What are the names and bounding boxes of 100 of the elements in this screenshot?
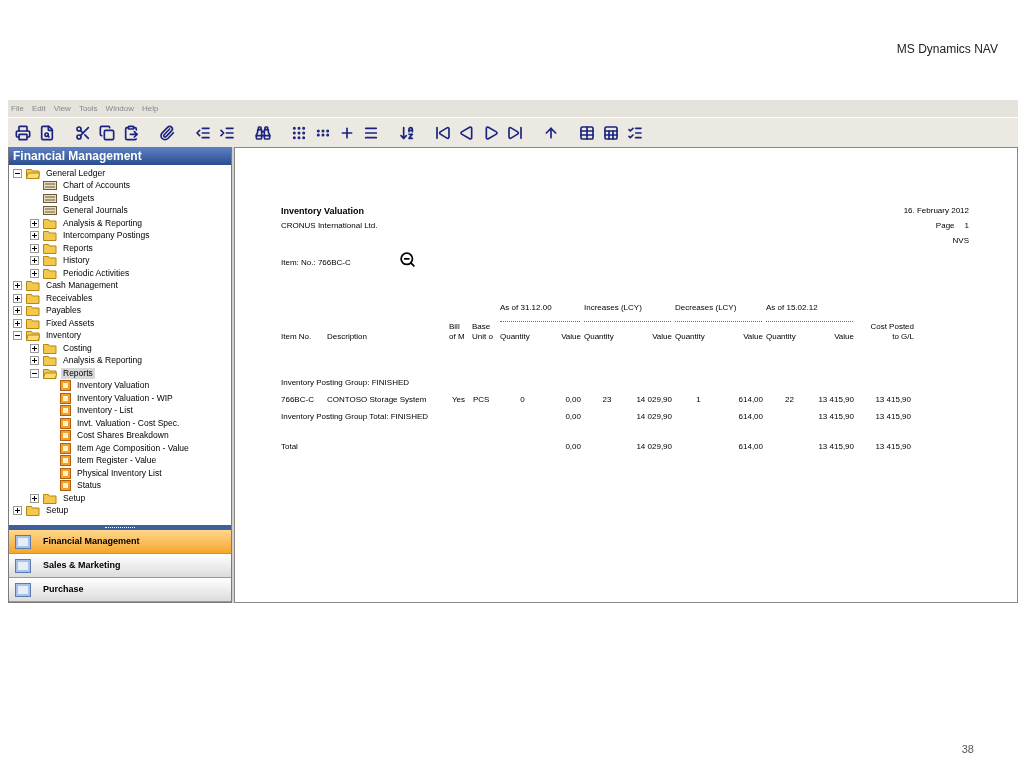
paste-icon[interactable]	[122, 123, 140, 142]
module-icon	[15, 534, 31, 549]
folder-icon	[26, 292, 40, 304]
table-cell-text: 614,00	[737, 395, 764, 405]
table-cell-text: 766BC-C	[281, 395, 315, 405]
table-cell-text: 0,00	[564, 412, 582, 422]
folder-icon	[43, 355, 57, 367]
table-cell-text: 14 029,90	[635, 442, 673, 452]
expand-icon[interactable]	[30, 256, 39, 266]
tree-item[interactable]: Physical Inventory List	[75, 467, 164, 479]
paperclip-icon[interactable]	[158, 123, 176, 142]
folder-icon	[43, 242, 57, 254]
tree-item[interactable]: Analysis & Reporting	[61, 217, 144, 229]
navigation-button[interactable]: Purchase	[9, 578, 231, 602]
expand-icon[interactable]	[30, 243, 39, 253]
tree-item[interactable]: Periodic Activities	[61, 267, 132, 279]
tree-item[interactable]: Item Register - Value	[75, 455, 159, 467]
column-header: Quantity	[675, 332, 706, 342]
company-name: CRONUS International Ltd.	[281, 221, 378, 231]
report-icon	[60, 442, 71, 454]
tree-item[interactable]: Inventory - List	[75, 405, 135, 417]
tree-item[interactable]: Status	[75, 480, 104, 492]
column-group-header: As of 31.12.00	[500, 303, 553, 313]
expand-icon[interactable]	[30, 268, 39, 278]
navigation-button[interactable]: Financial Management	[9, 530, 231, 554]
column-header: Quantity	[500, 332, 531, 342]
table-icon[interactable]	[578, 123, 596, 142]
binoculars-icon[interactable]	[254, 123, 272, 142]
expand-icon[interactable]	[13, 281, 22, 291]
table-cell-text: 0,00	[564, 395, 582, 405]
expand-icon[interactable]	[30, 218, 39, 228]
tree-item[interactable]: Inventory Valuation - WIP	[75, 392, 175, 404]
tree-item[interactable]: General Ledger	[44, 167, 108, 179]
tree-item[interactable]: Receivables	[44, 292, 95, 304]
navigation-button[interactable]: Sales & Marketing	[9, 554, 231, 578]
tree-item[interactable]: Analysis & Reporting	[61, 355, 144, 367]
collapse-icon[interactable]	[13, 168, 22, 178]
report-filter: Item: No.: 766BC-C	[281, 258, 352, 268]
spreadsheet-icon[interactable]	[602, 123, 620, 142]
tree-item[interactable]: Setup	[44, 505, 71, 517]
column-header: Bill of M	[449, 322, 466, 342]
column-header: Value	[651, 332, 673, 342]
page-label: Page	[935, 221, 955, 231]
table-cell-text: Yes	[452, 395, 467, 405]
table-cell-text: 13 415,90	[817, 412, 855, 422]
expand-icon[interactable]	[13, 306, 22, 316]
form-icon	[43, 193, 57, 203]
column-group-header: As of 15.02.12	[766, 303, 819, 313]
tree-item[interactable]: Reports	[61, 367, 95, 379]
report-icon	[60, 455, 71, 467]
tree-item[interactable]: Payables	[44, 305, 83, 317]
tree-item[interactable]: History	[61, 255, 92, 267]
tree-item[interactable]: Cost Shares Breakdown	[75, 430, 171, 442]
table-cell-text: Inventory Posting Group Total: FINISHED	[281, 412, 430, 422]
folder-icon	[43, 255, 57, 267]
expand-icon[interactable]	[30, 356, 39, 366]
tree-item[interactable]: Budgets	[61, 192, 97, 204]
tree-item[interactable]: Costing	[61, 342, 94, 354]
tree-item[interactable]: Fixed Assets	[44, 317, 97, 329]
printer-icon[interactable]	[14, 123, 32, 142]
tree-item[interactable]: Reports	[61, 242, 95, 254]
previous-icon[interactable]	[458, 123, 476, 142]
copy-icon[interactable]	[98, 123, 116, 142]
table-cell-text: 1	[695, 395, 702, 405]
tree-item[interactable]: Item Age Composition - Value	[75, 442, 191, 454]
cut-icon[interactable]	[74, 123, 92, 142]
folder-icon	[43, 230, 57, 242]
expand-icon[interactable]	[30, 493, 39, 503]
folder-icon	[43, 267, 57, 279]
table-cell-text: 13 415,90	[874, 442, 912, 452]
collapse-icon[interactable]	[13, 331, 22, 341]
tree-item[interactable]: Setup	[61, 492, 88, 504]
tree-item[interactable]: Chart of Accounts	[61, 180, 133, 192]
column-header: Base Unit o	[472, 322, 494, 342]
expand-icon[interactable]	[30, 343, 39, 353]
table-cell-text: 614,00	[737, 412, 764, 422]
expand-icon[interactable]	[30, 231, 39, 241]
expand-icon[interactable]	[13, 318, 22, 328]
folder-icon	[26, 305, 40, 317]
folder-icon	[43, 217, 57, 229]
collapse-icon[interactable]	[30, 368, 39, 378]
page-number: 1	[964, 221, 969, 231]
expand-icon[interactable]	[13, 506, 22, 516]
folder-icon	[26, 317, 40, 329]
column-header: Item No.	[281, 332, 313, 342]
tree-item[interactable]: Intercompany Postings	[61, 230, 152, 242]
table-cell-text: Total	[281, 442, 299, 452]
tree-item[interactable]: Cash Management	[44, 280, 120, 292]
column-header: Value	[742, 332, 764, 342]
print-preview-icon[interactable]	[38, 123, 56, 142]
expand-icon[interactable]	[13, 293, 22, 303]
form-icon	[43, 206, 57, 216]
folder-icon	[26, 505, 40, 517]
tree-item[interactable]: General Journals	[61, 205, 130, 217]
zoom-out-icon[interactable]	[399, 250, 416, 268]
table-cell-text: 22	[784, 395, 795, 405]
tree-item[interactable]: Inventory Valuation	[75, 380, 152, 392]
tree-item[interactable]: Invt. Valuation - Cost Spec.	[75, 417, 182, 429]
tree-item[interactable]: Inventory	[44, 330, 83, 342]
column-header: Cost Posted to G/L	[869, 322, 914, 342]
